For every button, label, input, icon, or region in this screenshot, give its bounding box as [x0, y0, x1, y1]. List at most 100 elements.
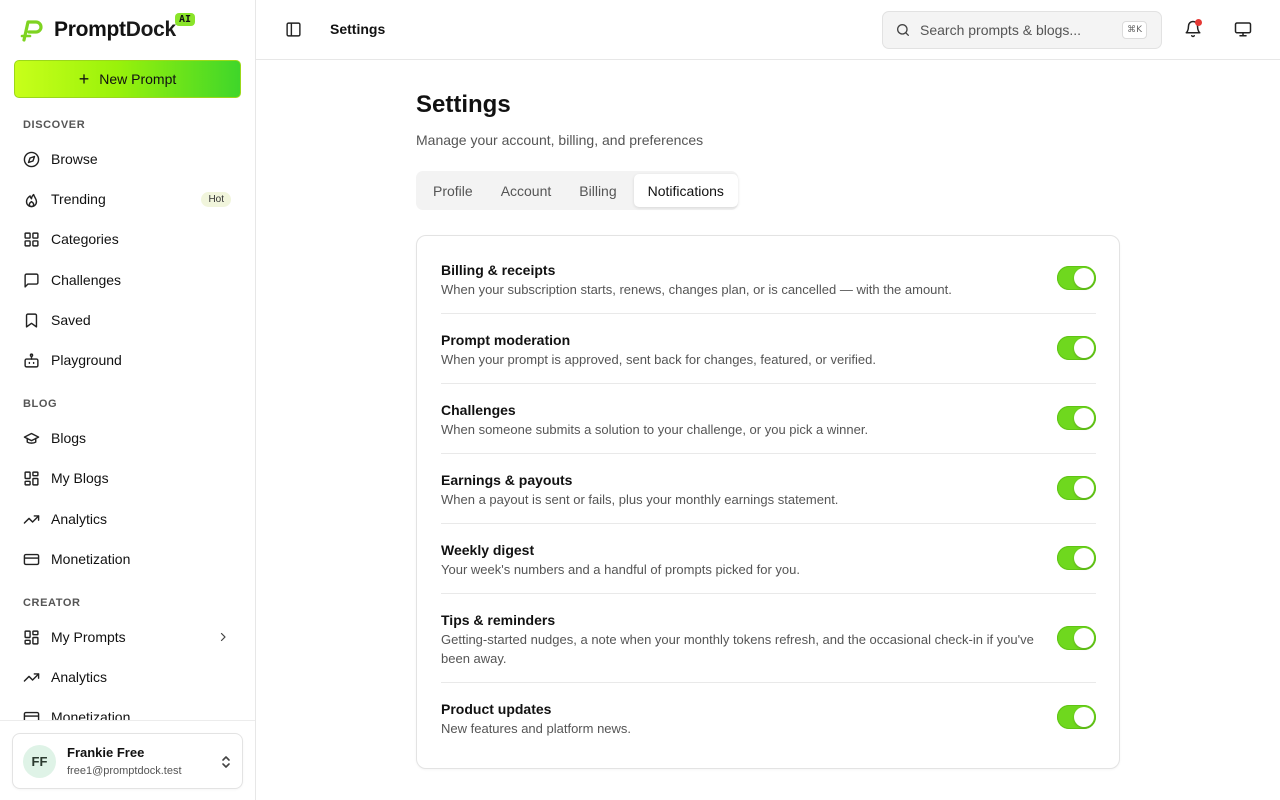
notification-description: When your prompt is approved, sent back …: [441, 352, 877, 367]
sidebar-item-label: Trending: [51, 191, 106, 207]
sidebar-item-label: My Prompts: [51, 629, 126, 645]
layout-dashboard-icon: [24, 470, 39, 486]
notification-description: New features and platform news.: [441, 721, 632, 736]
graduation-cap-icon: [23, 432, 40, 444]
search-box[interactable]: ⌘K: [882, 11, 1162, 49]
panel-left-icon[interactable]: [285, 21, 302, 38]
plus-icon: +: [78, 69, 90, 89]
sidebar-item-creator-monetization[interactable]: Monetization: [14, 700, 241, 720]
sidebar-item-analytics[interactable]: Analytics: [14, 502, 241, 536]
compass-icon: [23, 151, 40, 167]
page-title: Settings: [416, 91, 511, 118]
notification-description: When your subscription starts, renews, c…: [441, 282, 952, 297]
notifications-card: Billing & receipts When your subscriptio…: [416, 235, 1120, 769]
bot-icon: [24, 352, 39, 368]
digest-toggle[interactable]: [1057, 546, 1096, 570]
sidebar-item-my-prompts[interactable]: My Prompts: [14, 620, 241, 654]
divider: [0, 720, 255, 721]
brand-name: PromptDock: [54, 18, 176, 41]
notification-row-product-updates: Product updates New features and platfor…: [441, 699, 1096, 745]
section-label-discover: DISCOVER: [23, 119, 86, 131]
sidebar: PromptDock AI + New Prompt DISCOVER Brow…: [0, 0, 256, 800]
logo[interactable]: PromptDock: [20, 16, 176, 44]
page-subtitle: Manage your account, billing, and prefer…: [416, 132, 704, 148]
user-name: Frankie Free: [67, 745, 145, 760]
moderation-toggle[interactable]: [1057, 336, 1096, 360]
layout-dashboard-icon: [24, 629, 39, 645]
settings-tabs: Profile Account Billing Notifications: [416, 171, 738, 210]
sidebar-item-creator-analytics[interactable]: Analytics: [14, 660, 241, 694]
top-bar: Settings ⌘K: [256, 0, 1280, 60]
notification-title: Challenges: [441, 402, 516, 418]
sidebar-item-trending[interactable]: Trending Hot: [14, 182, 241, 216]
ai-badge: AI: [175, 13, 196, 26]
new-prompt-label: New Prompt: [99, 71, 177, 87]
product-updates-toggle[interactable]: [1057, 705, 1096, 729]
breadcrumb: Settings: [330, 21, 386, 37]
sidebar-item-label: Challenges: [51, 272, 122, 288]
trending-up-icon: [23, 514, 40, 524]
section-label-blog: BLOG: [23, 398, 58, 410]
logo-icon: [20, 20, 43, 42]
sidebar-item-label: Playground: [51, 352, 122, 368]
notification-row-digest: Weekly digest Your week's numbers and a …: [441, 540, 1096, 594]
notification-description: Getting-started nudges, a note when your…: [441, 632, 1034, 666]
bookmark-icon: [25, 312, 38, 328]
notification-title: Billing & receipts: [441, 262, 556, 278]
sidebar-item-my-blogs[interactable]: My Blogs: [14, 461, 241, 495]
user-menu[interactable]: FF Frankie Free free1@promptdock.test: [12, 733, 243, 789]
notification-dot: [1195, 19, 1202, 26]
search-input[interactable]: [920, 22, 1120, 38]
credit-card-icon: [23, 553, 40, 565]
sidebar-item-label: My Blogs: [51, 470, 109, 486]
sidebar-item-label: Analytics: [51, 511, 108, 527]
notification-description: Your week's numbers and a handful of pro…: [441, 562, 800, 577]
notification-title: Product updates: [441, 701, 552, 717]
sidebar-item-label: Monetization: [51, 709, 131, 720]
monitor-icon[interactable]: [1234, 20, 1252, 38]
sidebar-item-blogs[interactable]: Blogs: [14, 421, 241, 455]
tab-billing[interactable]: Billing: [565, 174, 630, 207]
flame-icon: [25, 193, 38, 207]
sidebar-item-categories[interactable]: Categories: [14, 222, 241, 256]
tab-account[interactable]: Account: [487, 174, 566, 207]
sidebar-item-playground[interactable]: Playground: [14, 343, 241, 377]
section-label-creator: CREATOR: [23, 597, 81, 609]
sidebar-item-label: Monetization: [51, 551, 131, 567]
tab-profile[interactable]: Profile: [419, 174, 487, 207]
notification-row-earnings: Earnings & payouts When a payout is sent…: [441, 470, 1096, 524]
sidebar-item-challenges[interactable]: Challenges: [14, 263, 241, 297]
sidebar-item-browse[interactable]: Browse: [14, 142, 241, 176]
notification-title: Prompt moderation: [441, 332, 571, 348]
notification-title: Tips & reminders: [441, 612, 556, 628]
notification-description: When someone submits a solution to your …: [441, 422, 869, 437]
notification-row-tips: Tips & reminders Getting-started nudges,…: [441, 610, 1096, 683]
sidebar-item-label: Analytics: [51, 669, 108, 685]
shortcut-hint: ⌘K: [1122, 21, 1147, 39]
notification-title: Weekly digest: [441, 542, 535, 558]
challenges-toggle[interactable]: [1057, 406, 1096, 430]
sidebar-item-monetization[interactable]: Monetization: [14, 542, 241, 576]
chevron-right-icon: [220, 632, 226, 642]
grid-icon: [24, 231, 39, 247]
notification-row-challenges: Challenges When someone submits a soluti…: [441, 400, 1096, 454]
sidebar-item-label: Browse: [51, 151, 98, 167]
earnings-toggle[interactable]: [1057, 476, 1096, 500]
notification-title: Earnings & payouts: [441, 472, 573, 488]
sidebar-item-saved[interactable]: Saved: [14, 303, 241, 337]
new-prompt-button[interactable]: + New Prompt: [14, 60, 241, 98]
search-icon: [897, 24, 909, 36]
sidebar-item-label: Saved: [51, 312, 91, 328]
notification-description: When a payout is sent or fails, plus you…: [441, 492, 839, 507]
chevrons-up-down-icon: [222, 756, 230, 768]
trending-up-icon: [23, 672, 40, 682]
notification-row-moderation: Prompt moderation When your prompt is ap…: [441, 330, 1096, 384]
billing-toggle[interactable]: [1057, 266, 1096, 290]
tips-toggle[interactable]: [1057, 626, 1096, 650]
notification-row-billing: Billing & receipts When your subscriptio…: [441, 260, 1096, 314]
message-square-icon: [24, 272, 39, 288]
sidebar-nav[interactable]: DISCOVER Browse Trending Hot Categories …: [0, 108, 255, 720]
credit-card-icon: [23, 711, 40, 720]
avatar: FF: [23, 744, 56, 778]
tab-notifications[interactable]: Notifications: [633, 174, 738, 207]
